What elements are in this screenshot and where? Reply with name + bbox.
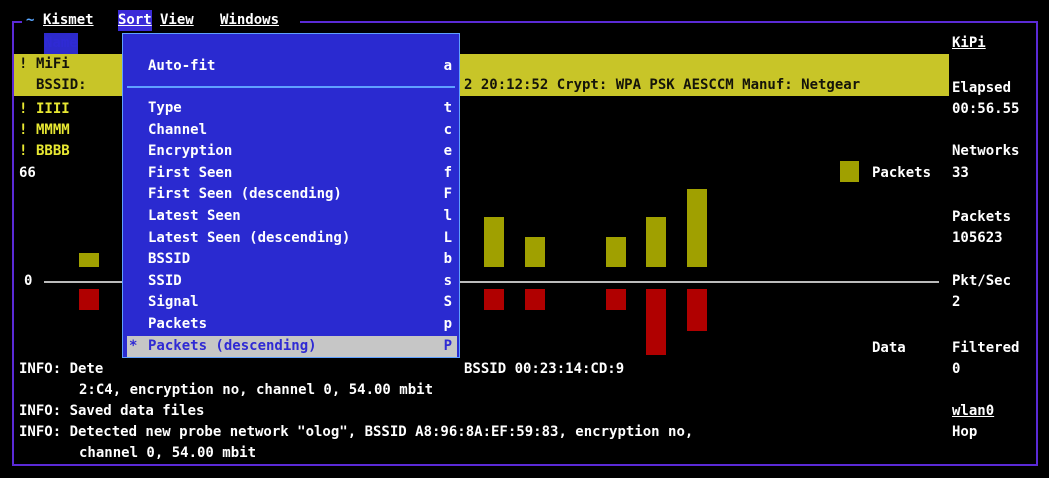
packets-bar bbox=[686, 189, 707, 267]
graph-max-label: 66 bbox=[19, 165, 36, 181]
network-name[interactable]: IIII bbox=[36, 99, 70, 120]
sort-menu-item-shortcut: b bbox=[443, 251, 452, 268]
network-name: MiFi bbox=[36, 56, 70, 72]
sort-menu-item-label: Packets bbox=[148, 316, 208, 332]
sort-menu-item-label: Latest Seen bbox=[148, 208, 241, 224]
packets-bar bbox=[646, 217, 666, 267]
sort-menu-item-shortcut: a bbox=[443, 58, 452, 74]
sort-menu-item-label: Packets (descending) bbox=[148, 337, 317, 354]
graph-zero-label: 0 bbox=[24, 273, 33, 289]
packets-label: Packets bbox=[952, 209, 1012, 225]
networks-value: 33 bbox=[952, 165, 969, 181]
sort-menu-item[interactable]: Latest Seen (descending) L bbox=[127, 228, 457, 249]
sort-menu-item-shortcut: c bbox=[443, 121, 452, 138]
sort-menu-item[interactable]: Type t bbox=[127, 98, 457, 119]
sort-menu-item[interactable]: Signal S bbox=[127, 292, 457, 313]
filtered-label: Filtered bbox=[952, 340, 1020, 356]
sort-menu-item[interactable]: First Seen (descending) F bbox=[127, 184, 457, 205]
info-line: INFO: Dete bbox=[19, 361, 104, 377]
data-bar bbox=[79, 289, 99, 310]
menubar-tilde[interactable]: ~ bbox=[26, 10, 34, 31]
sort-menu-item[interactable]: Auto-fit a bbox=[127, 56, 457, 77]
pktsec-label: Pkt/Sec bbox=[952, 273, 1012, 289]
sort-menu-item-shortcut: P bbox=[443, 337, 452, 354]
packets-bar bbox=[79, 253, 99, 267]
packets-bar bbox=[484, 217, 504, 267]
sort-menu-item-label: Type bbox=[148, 100, 182, 116]
packets-bar bbox=[524, 237, 545, 267]
packets-value: 105623 bbox=[952, 230, 1003, 246]
sort-menu-item-label: Signal bbox=[148, 294, 199, 311]
sort-menu-item-label: Latest Seen (descending) bbox=[148, 229, 351, 246]
data-bar bbox=[686, 289, 707, 331]
sort-menu-item[interactable]: Channel c bbox=[127, 120, 457, 141]
networks-label: Networks bbox=[952, 143, 1020, 159]
sort-menu-item-shortcut: p bbox=[443, 316, 452, 332]
legend-packets: Packets bbox=[872, 165, 932, 181]
info-line: 2:C4, encryption no, channel 0, 54.00 mb… bbox=[79, 382, 434, 398]
info-line: channel 0, 54.00 mbit bbox=[79, 445, 257, 461]
row-flag: ! bbox=[19, 56, 28, 72]
network-name[interactable]: MMMM bbox=[36, 120, 70, 141]
elapsed-label: Elapsed bbox=[952, 80, 1012, 96]
sort-menu-item-label: Auto-fit bbox=[148, 58, 216, 74]
data-bar bbox=[484, 289, 504, 310]
sort-menu-item[interactable]: SSID s bbox=[127, 271, 457, 292]
data-bar bbox=[646, 289, 666, 355]
sort-menu-item[interactable]: Encryption e bbox=[127, 141, 457, 162]
menu-windows[interactable]: Windows bbox=[220, 10, 279, 31]
info-line-tail: BSSID 00:23:14:CD:9 bbox=[464, 361, 625, 377]
data-bar bbox=[524, 289, 545, 310]
packets-bar bbox=[605, 237, 626, 267]
sort-menu-item[interactable]: BSSID b bbox=[127, 249, 457, 270]
sort-menu-item[interactable]: Latest Seen l bbox=[127, 206, 457, 227]
sort-menu-item-label: Channel bbox=[148, 121, 208, 138]
selected-detail: 2 20:12:52 Crypt: WPA PSK AESCCM Manuf: … bbox=[464, 77, 861, 93]
sort-menu-item-shortcut: f bbox=[443, 164, 452, 181]
row-flag: ! bbox=[19, 122, 28, 138]
sort-menu-item-shortcut: L bbox=[443, 229, 452, 246]
sort-menu-item-shortcut: F bbox=[443, 186, 452, 203]
menu-sort[interactable]: Sort bbox=[118, 10, 152, 31]
sort-menu-item-label: First Seen bbox=[148, 164, 233, 181]
row-flag: ! bbox=[19, 101, 28, 117]
sort-menu-item[interactable]: * Packets (descending) P bbox=[127, 335, 457, 357]
legend-packets-swatch bbox=[840, 161, 859, 182]
interface-mode: Hop bbox=[952, 424, 978, 440]
filtered-value: 0 bbox=[952, 361, 961, 377]
sort-menu: Auto-fit a Type t Channel c Encryption e First S… bbox=[122, 33, 460, 358]
network-name[interactable]: BBBB bbox=[36, 141, 70, 162]
sort-menu-item-shortcut: s bbox=[443, 272, 452, 289]
sort-menu-item-label: Encryption bbox=[148, 143, 233, 160]
legend-data: Data bbox=[872, 340, 906, 356]
bssid-label: BSSID: bbox=[36, 77, 87, 93]
sort-menu-item-shortcut: l bbox=[443, 208, 452, 224]
elapsed-value: 00:56.55 bbox=[952, 101, 1020, 117]
sort-menu-item-shortcut: S bbox=[443, 294, 452, 311]
info-line: INFO: Detected new probe network "olog",… bbox=[19, 424, 694, 440]
sort-menu-item-shortcut: t bbox=[443, 100, 452, 116]
column-header-name[interactable]: Name bbox=[44, 33, 78, 54]
sort-menu-item[interactable]: First Seen f bbox=[127, 163, 457, 184]
menu-view[interactable]: View bbox=[160, 10, 194, 31]
data-bar bbox=[605, 289, 626, 310]
sort-menu-item-shortcut: e bbox=[443, 143, 452, 160]
interface-name: wlan0 bbox=[952, 403, 995, 419]
menu-kismet[interactable]: Kismet bbox=[43, 10, 94, 31]
pktsec-value: 2 bbox=[952, 294, 961, 310]
sort-menu-item-label: SSID bbox=[148, 272, 182, 289]
menu-separator bbox=[127, 86, 455, 88]
info-line: INFO: Saved data files bbox=[19, 403, 205, 419]
sort-menu-item[interactable]: Packets p bbox=[127, 314, 457, 335]
row-flag: ! bbox=[19, 143, 28, 159]
host-name: KiPi bbox=[952, 35, 986, 51]
sort-menu-item-label: BSSID bbox=[148, 251, 191, 268]
selected-mark: * bbox=[129, 337, 138, 354]
sort-menu-item-label: First Seen (descending) bbox=[148, 186, 342, 203]
